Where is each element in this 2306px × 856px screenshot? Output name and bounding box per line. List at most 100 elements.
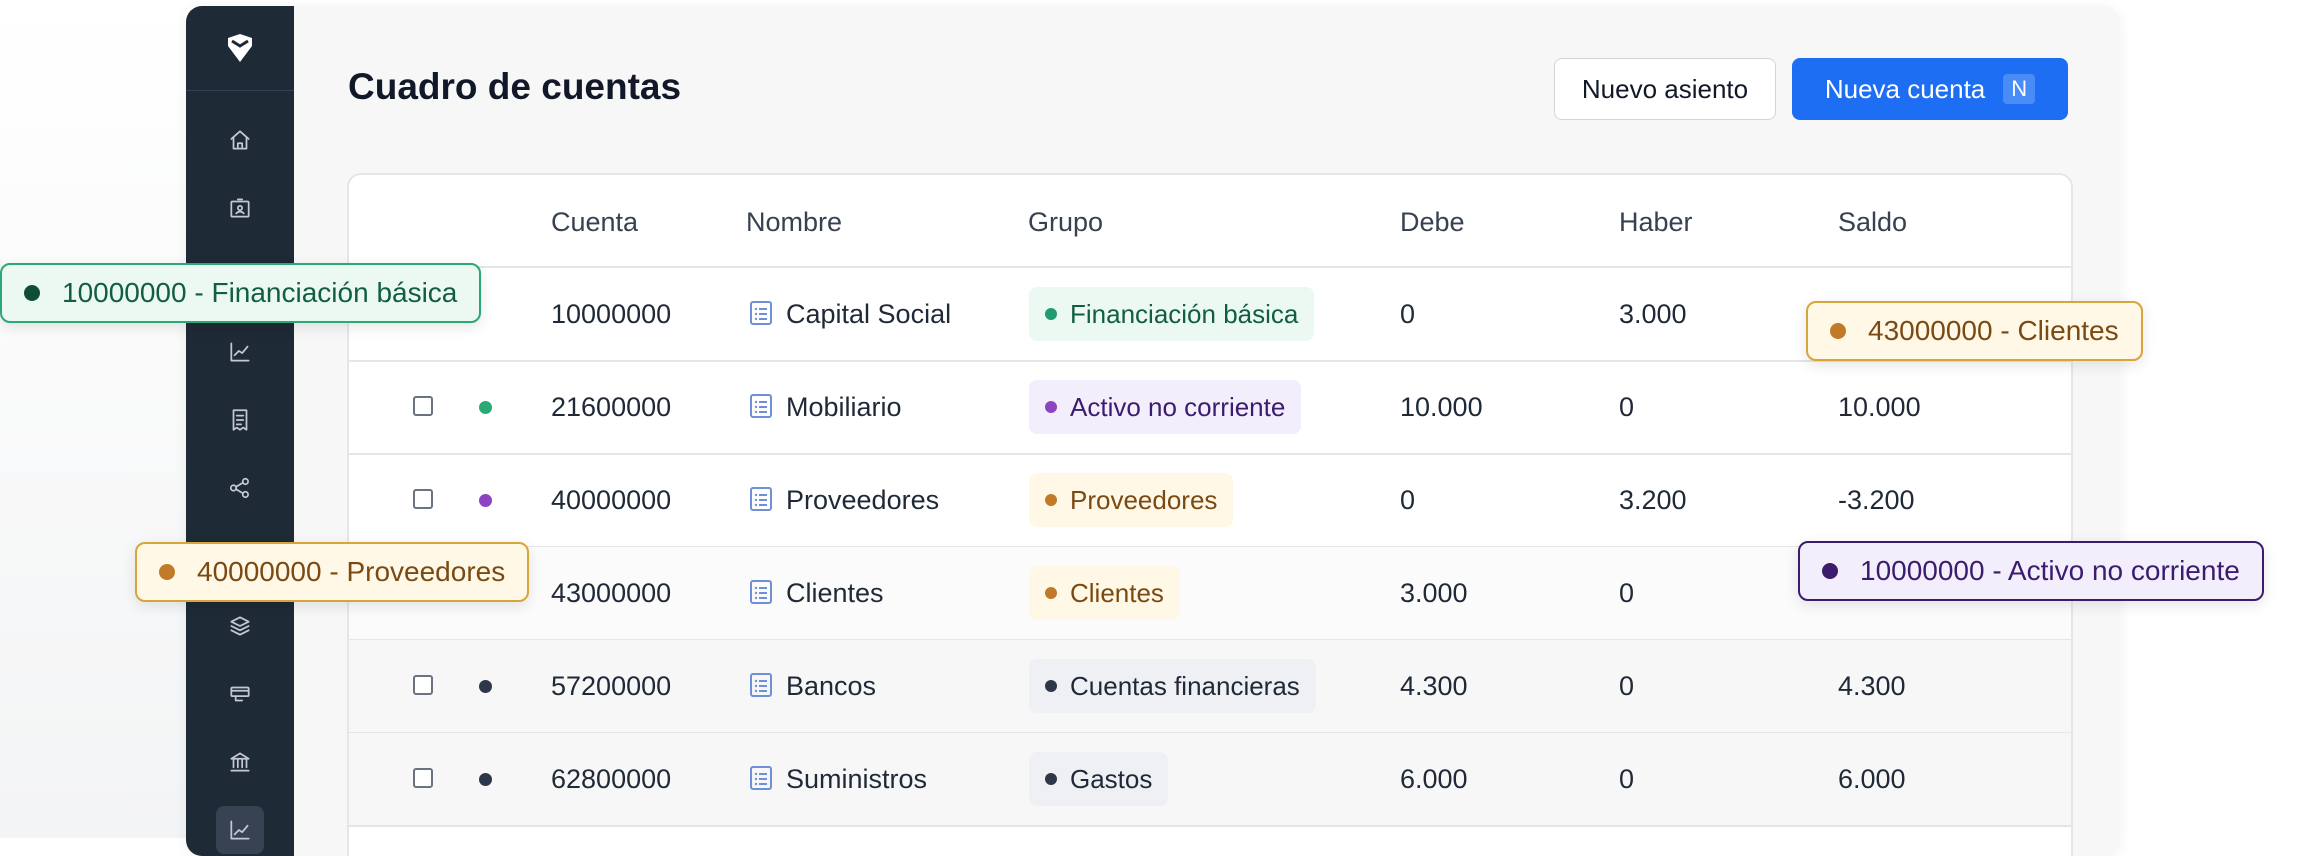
logo-icon[interactable] [186,6,294,91]
cell-saldo: 4.300 [1838,670,1906,701]
row-checkbox[interactable] [413,675,433,695]
group-label: Proveedores [1070,484,1218,515]
cell-debe: 10.000 [1400,391,1483,422]
tooltip-text: 40000000 - Proveedores [197,556,506,587]
cell-cuenta: 10000000 [551,298,672,329]
tooltip: 43000000 - Clientes [1806,301,2143,361]
app-window: Cuadro de cuentas Nuevo asiento Nueva cu… [186,6,2120,856]
tooltip: 10000000 - Financiación básica [0,263,482,323]
group-label: Gastos [1070,763,1153,794]
new-account-button[interactable]: Nueva cuenta N [1792,58,2068,120]
trend-icon[interactable] [216,806,264,854]
group-dot [1045,494,1057,506]
new-entry-button[interactable]: Nuevo asiento [1554,58,1776,120]
group-dot [1045,680,1057,692]
column-header-grupo[interactable]: Grupo [1028,207,1103,238]
table-header: Cuenta Nombre Grupo Debe Haber Saldo [349,175,2071,268]
receipt-icon[interactable] [216,396,264,444]
cell-nombre[interactable]: Clientes [786,547,884,639]
shortcut-badge: N [2003,74,2036,104]
cell-nombre[interactable]: Mobiliario [786,361,902,453]
column-header-saldo[interactable]: Saldo [1838,207,1907,238]
layers-icon[interactable] [216,602,264,650]
table-row[interactable]: 62800000 Suministros Gastos 6.000 0 6.00… [349,733,2071,827]
status-dot [479,494,492,507]
cell-saldo: 10.000 [1838,391,1921,422]
status-dot [479,401,492,414]
tooltip-text: 10000000 - Activo no corriente [1860,555,2240,586]
group-badge[interactable]: Activo no corriente [1029,380,1302,434]
cell-haber: 0 [1619,577,1635,608]
tooltip: 40000000 - Proveedores [135,542,530,602]
row-checkbox[interactable] [413,489,433,509]
cell-debe: 3.000 [1400,577,1468,608]
column-header-nombre[interactable]: Nombre [746,207,842,238]
row-checkbox[interactable] [413,768,433,788]
group-label: Financiación básica [1070,298,1299,329]
cards-icon[interactable] [216,670,264,718]
cell-debe: 4.300 [1400,670,1468,701]
row-checkbox[interactable] [413,396,433,416]
cell-haber: 0 [1619,391,1635,422]
tooltip-dot [159,564,175,580]
group-badge[interactable]: Financiación básica [1029,287,1315,341]
contact-card-icon[interactable] [216,184,264,232]
table-row[interactable]: 21600000 Mobiliario Activo no corriente … [349,361,2071,455]
group-dot [1045,773,1057,785]
column-header-cuenta[interactable]: Cuenta [551,207,638,238]
sidebar [186,6,294,856]
tooltip-text: 10000000 - Financiación básica [62,277,458,308]
cell-haber: 0 [1619,670,1635,701]
tooltip-dot [24,285,40,301]
tooltip-dot [1822,563,1838,579]
group-dot [1045,587,1057,599]
cell-haber: 3.000 [1619,298,1687,329]
main-content: Cuadro de cuentas Nuevo asiento Nueva cu… [294,6,2120,856]
column-header-haber[interactable]: Haber [1619,207,1693,238]
accounts-table: Cuenta Nombre Grupo Debe Haber Saldo 100… [347,173,2073,856]
document-icon[interactable] [749,672,773,698]
cell-nombre[interactable]: Bancos [786,640,876,732]
page-title: Cuadro de cuentas [348,66,682,107]
cell-saldo: 6.000 [1838,763,1906,794]
chart-icon[interactable] [216,328,264,376]
document-icon[interactable] [749,579,773,605]
document-icon[interactable] [749,300,773,326]
cell-debe: 0 [1400,484,1416,515]
backdrop-left [0,0,186,838]
home-icon[interactable] [216,116,264,164]
document-icon[interactable] [749,393,773,419]
cell-haber: 3.200 [1619,484,1687,515]
bank-icon[interactable] [216,738,264,786]
cell-saldo: -3.200 [1838,484,1915,515]
share-icon[interactable] [216,464,264,512]
cell-debe: 6.000 [1400,763,1468,794]
group-badge[interactable]: Gastos [1029,752,1169,806]
cell-cuenta: 21600000 [551,391,672,422]
group-dot [1045,308,1057,320]
group-badge[interactable]: Cuentas financieras [1029,659,1316,713]
tooltip-text: 43000000 - Clientes [1868,315,2119,346]
table-row[interactable]: 57200000 Bancos Cuentas financieras 4.30… [349,640,2071,734]
document-icon[interactable] [749,765,773,791]
cell-cuenta: 43000000 [551,577,672,608]
cell-cuenta: 40000000 [551,484,672,515]
cell-nombre[interactable]: Proveedores [786,454,939,546]
group-label: Activo no corriente [1070,391,1286,422]
cell-nombre[interactable]: Suministros [786,733,927,825]
document-icon[interactable] [749,486,773,512]
table-row[interactable]: 40000000 Proveedores Proveedores 0 3.200… [349,454,2071,548]
cell-nombre[interactable]: Capital Social [786,268,951,360]
group-badge[interactable]: Clientes [1029,566,1180,620]
backdrop-right [2120,0,2306,838]
tooltip: 10000000 - Activo no corriente [1798,541,2264,601]
cell-debe: 0 [1400,298,1416,329]
group-dot [1045,401,1057,413]
column-header-debe[interactable]: Debe [1400,207,1465,238]
group-badge[interactable]: Proveedores [1029,473,1234,527]
tooltip-dot [1830,323,1846,339]
group-label: Cuentas financieras [1070,670,1300,701]
group-label: Clientes [1070,577,1164,608]
status-dot [479,680,492,693]
cell-cuenta: 62800000 [551,763,672,794]
